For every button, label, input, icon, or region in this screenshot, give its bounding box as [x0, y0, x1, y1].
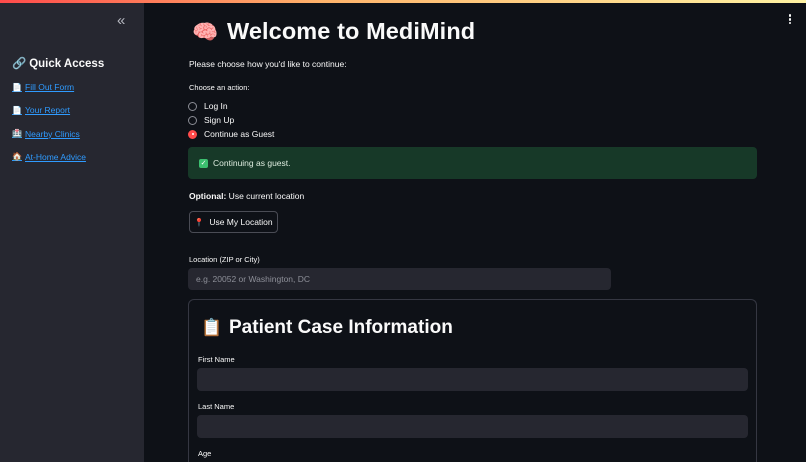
radio-option-log-in[interactable]: Log In [188, 101, 228, 111]
radio-circle[interactable] [188, 101, 197, 111]
optional-label: Optional: [189, 191, 227, 201]
success-alert: ✓ Continuing as guest. [188, 147, 757, 179]
sidebar-link-label[interactable]: Fill Out Form [25, 82, 74, 92]
radio-circle[interactable] [188, 115, 197, 125]
sidebar-link-label[interactable]: Your Report [25, 105, 70, 115]
patient-case-title-text: Patient Case Information [229, 317, 453, 338]
check-icon: ✓ [199, 158, 208, 168]
radio-option-label: Sign Up [204, 115, 235, 125]
last-name-label: Last Name [198, 402, 235, 411]
sidebar-link-your-report[interactable]: 📄 Your Report [12, 104, 86, 116]
choose-prompt: Please choose how you'd like to continue… [189, 59, 347, 69]
first-name-label: First Name [198, 355, 235, 364]
optional-description: Use current location [226, 191, 305, 201]
use-my-location-label: Use My Location [209, 217, 273, 227]
success-text: Continuing as guest. [213, 158, 291, 168]
location-field-label: Location (ZIP or City) [189, 255, 260, 264]
collapse-sidebar-icon[interactable]: « [117, 13, 131, 29]
document-icon: 📄 [12, 105, 22, 115]
radio-option-continue-as-guest[interactable]: Continue as Guest [188, 129, 274, 139]
hospital-icon: 🏥 [12, 129, 22, 139]
main-content: 🧠 Welcome to MediMind Please choose how y… [144, 3, 806, 462]
radio-circle-selected[interactable] [188, 129, 197, 139]
location-input[interactable] [188, 268, 611, 290]
sidebar: « 🔗 Quick Access 📄 Fill Out Form 📄 Your … [0, 3, 144, 462]
radio-option-label: Continue as Guest [204, 129, 275, 139]
sidebar-link-fill-out-form[interactable]: 📄 Fill Out Form [12, 81, 86, 93]
patient-case-title: 📋 Patient Case Information [201, 317, 453, 339]
page-title-text: Welcome to MediMind [227, 18, 476, 44]
sidebar-link-label[interactable]: Nearby Clinics [25, 129, 80, 139]
link-icon: 🔗 [12, 58, 27, 70]
document-icon: 📄 [12, 82, 22, 92]
clipboard-icon: 📋 [201, 318, 223, 337]
use-my-location-button[interactable]: 📍 Use My Location [189, 211, 278, 233]
sidebar-link-nearby-clinics[interactable]: 🏥 Nearby Clinics [12, 128, 86, 140]
radio-option-sign-up[interactable]: Sign Up [188, 115, 234, 125]
action-radio-label: Choose an action: [189, 83, 250, 92]
first-name-input[interactable] [197, 368, 748, 391]
sidebar-link-at-home-advice[interactable]: 🏠 At-Home Advice [12, 151, 86, 163]
page-title: 🧠 Welcome to MediMind [192, 18, 475, 45]
optional-location-text: Optional: Use current location [189, 191, 304, 201]
pin-icon: 📍 [194, 217, 205, 227]
sidebar-link-label[interactable]: At-Home Advice [25, 152, 86, 162]
last-name-input[interactable] [197, 415, 748, 438]
quick-access-links: 📄 Fill Out Form 📄 Your Report 🏥 Nearby C… [12, 81, 86, 174]
quick-access-label: Quick Access [29, 58, 105, 70]
quick-access-heading: 🔗 Quick Access [12, 56, 104, 70]
radio-option-label: Log In [204, 101, 228, 111]
patient-case-card: 📋 Patient Case Information First Name Las… [188, 299, 757, 462]
age-label: Age [198, 449, 212, 458]
main-menu-icon[interactable] [785, 13, 795, 29]
brain-icon: 🧠 [192, 21, 219, 44]
house-icon: 🏠 [12, 152, 22, 162]
